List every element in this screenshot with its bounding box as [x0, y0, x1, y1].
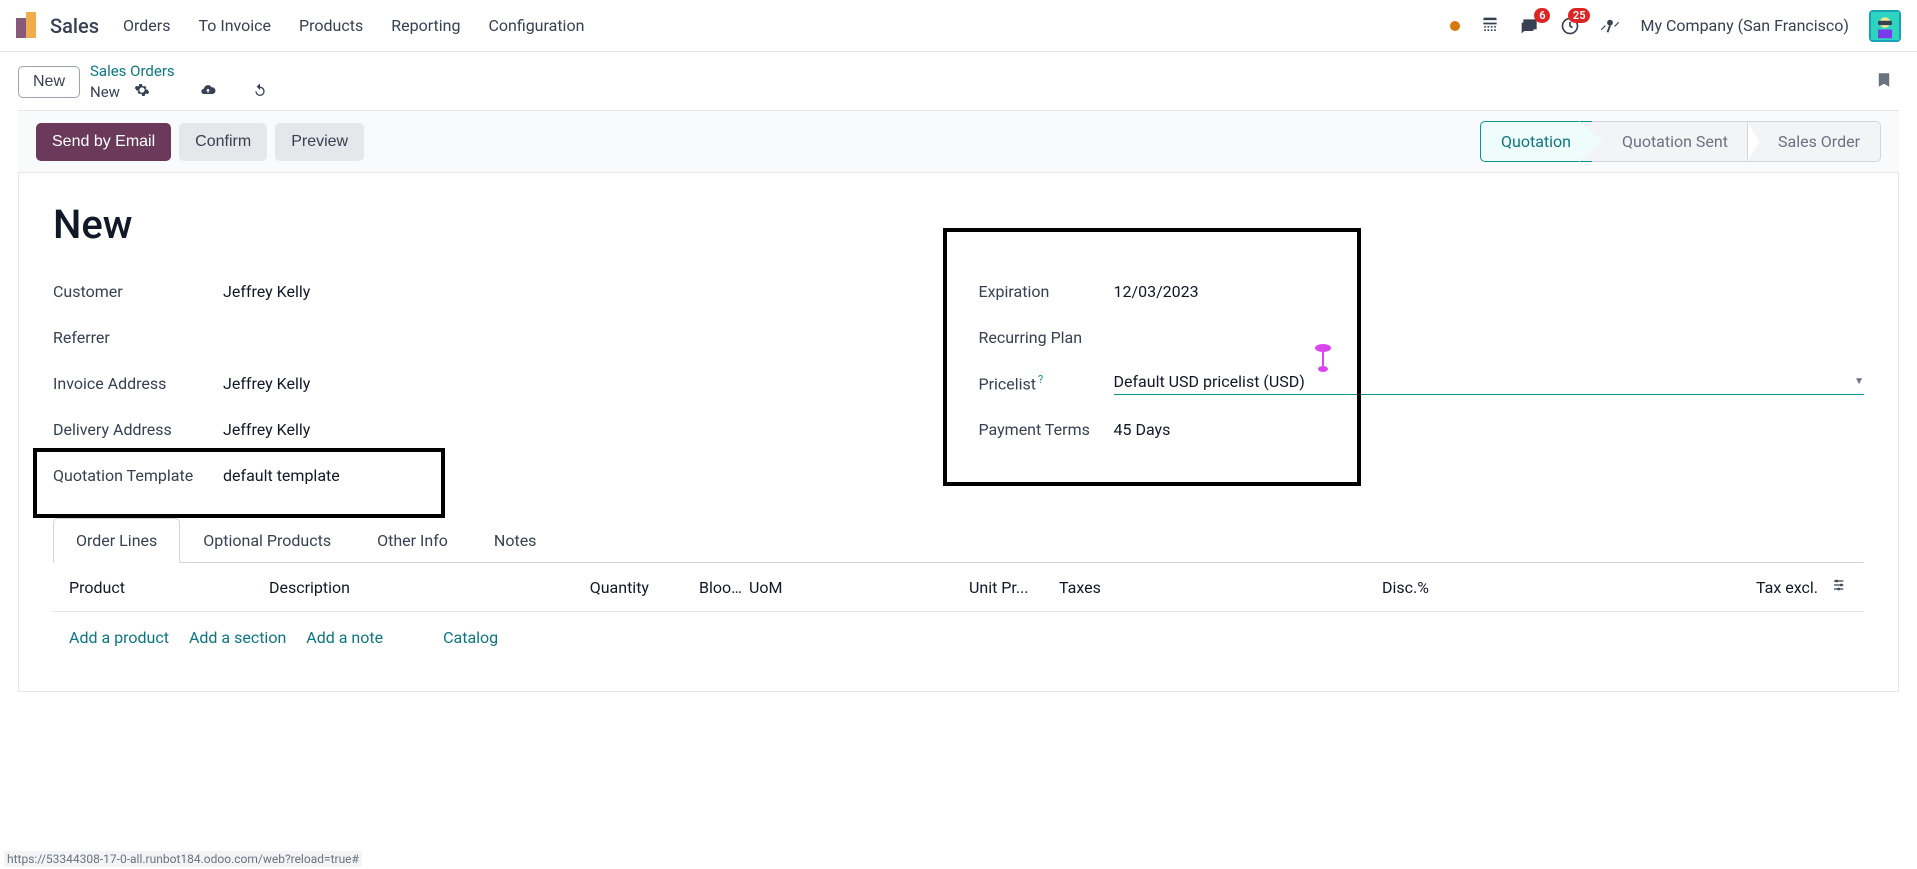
expiration-field[interactable]: 12/03/2023: [1114, 282, 1865, 301]
debug-icon[interactable]: [1600, 16, 1620, 36]
form-right-column: Expiration 12/03/2023 Recurring Plan Pri…: [979, 268, 1865, 498]
add-note-link[interactable]: Add a note: [306, 628, 383, 647]
gear-icon[interactable]: [134, 82, 150, 102]
bookmark-icon[interactable]: [1875, 69, 1893, 95]
column-settings-icon[interactable]: [1818, 577, 1848, 597]
status-sales-order[interactable]: Sales Order: [1748, 121, 1881, 162]
company-selector[interactable]: My Company (San Francisco): [1640, 16, 1849, 35]
expiration-label: Expiration: [979, 282, 1114, 301]
quotation-template-field[interactable]: default template: [223, 466, 939, 485]
referrer-label: Referrer: [53, 328, 223, 347]
new-record-button[interactable]: New: [18, 66, 80, 98]
order-lines-header: Product Description Quantity Blood A... …: [53, 563, 1864, 612]
messages-icon[interactable]: 6: [1520, 16, 1540, 36]
activities-icon[interactable]: 25: [1560, 16, 1580, 36]
tab-other-info[interactable]: Other Info: [354, 518, 471, 562]
status-dot-icon[interactable]: [1450, 21, 1460, 31]
menu-configuration[interactable]: Configuration: [488, 16, 584, 35]
tab-order-lines[interactable]: Order Lines: [53, 518, 180, 563]
breadcrumb-row: New Sales Orders New: [0, 52, 1917, 110]
col-product[interactable]: Product: [69, 578, 269, 597]
col-quantity[interactable]: Quantity: [519, 578, 649, 597]
menu-orders[interactable]: Orders: [123, 16, 170, 35]
preview-button[interactable]: Preview: [275, 123, 364, 161]
customer-label: Customer: [53, 282, 223, 301]
tab-notes[interactable]: Notes: [471, 518, 560, 562]
payment-terms-label: Payment Terms: [979, 420, 1114, 439]
col-tax-excl[interactable]: Tax excl.: [1718, 578, 1818, 597]
main-menu: Orders To Invoice Products Reporting Con…: [123, 16, 584, 35]
voip-icon[interactable]: [1480, 16, 1500, 36]
col-description[interactable]: Description: [269, 578, 519, 597]
pricelist-label: Pricelist?: [979, 373, 1114, 393]
action-bar: Send by Email Confirm Preview Quotation …: [18, 110, 1899, 173]
status-quotation[interactable]: Quotation: [1480, 121, 1592, 162]
form-left-column: Customer Jeffrey Kelly Referrer Invoice …: [53, 268, 939, 498]
pricelist-field[interactable]: Default USD pricelist (USD) ▼: [1114, 372, 1865, 395]
chevron-down-icon: ▼: [1854, 376, 1864, 387]
top-navbar: Sales Orders To Invoice Products Reporti…: [0, 0, 1917, 52]
catalog-link[interactable]: Catalog: [443, 628, 498, 647]
col-blood[interactable]: Blood A...: [649, 578, 749, 597]
record-title: New: [53, 201, 1864, 248]
send-by-email-button[interactable]: Send by Email: [36, 123, 171, 161]
form-sheet: New Customer Jeffrey Kelly Referrer Invo…: [18, 173, 1899, 692]
delivery-address-field[interactable]: Jeffrey Kelly: [223, 420, 939, 439]
menu-to-invoice[interactable]: To Invoice: [198, 16, 271, 35]
messages-badge: 6: [1534, 8, 1550, 23]
status-bar: Quotation Quotation Sent Sales Order: [1480, 121, 1881, 162]
pricelist-help-icon[interactable]: ?: [1038, 373, 1043, 386]
confirm-button[interactable]: Confirm: [179, 123, 267, 161]
brand-logo-icon: [16, 14, 40, 38]
form-tabs: Order Lines Optional Products Other Info…: [53, 518, 1864, 563]
invoice-address-field[interactable]: Jeffrey Kelly: [223, 374, 939, 393]
app-title: Sales: [50, 14, 99, 38]
quotation-template-label: Quotation Template: [53, 466, 223, 485]
col-unit-price[interactable]: Unit Pr...: [969, 578, 1059, 597]
discard-icon[interactable]: [252, 82, 268, 102]
invoice-address-label: Invoice Address: [53, 374, 223, 393]
menu-products[interactable]: Products: [299, 16, 363, 35]
col-disc[interactable]: Disc.%: [1299, 578, 1429, 597]
cloud-upload-icon[interactable]: [200, 82, 216, 102]
col-taxes[interactable]: Taxes: [1059, 578, 1299, 597]
payment-terms-field[interactable]: 45 Days: [1114, 420, 1865, 439]
recurring-plan-label: Recurring Plan: [979, 328, 1114, 347]
add-product-link[interactable]: Add a product: [69, 628, 169, 647]
brand[interactable]: Sales: [16, 14, 99, 38]
add-section-link[interactable]: Add a section: [189, 628, 286, 647]
tab-optional-products[interactable]: Optional Products: [180, 518, 354, 562]
user-avatar[interactable]: [1869, 10, 1901, 42]
menu-reporting[interactable]: Reporting: [391, 16, 460, 35]
status-quotation-sent[interactable]: Quotation Sent: [1592, 121, 1748, 162]
col-uom[interactable]: UoM: [749, 578, 969, 597]
breadcrumb-current: New: [90, 83, 120, 101]
breadcrumb-parent[interactable]: Sales Orders: [90, 62, 268, 80]
activities-badge: 25: [1568, 8, 1591, 23]
delivery-address-label: Delivery Address: [53, 420, 223, 439]
status-url: https://53344308-17-0-all.runbot184.odoo…: [4, 851, 362, 867]
customer-field[interactable]: Jeffrey Kelly: [223, 282, 939, 301]
topnav-right: 6 25 My Company (San Francisco): [1450, 10, 1901, 42]
order-lines-actions: Add a product Add a section Add a note C…: [53, 612, 1864, 663]
